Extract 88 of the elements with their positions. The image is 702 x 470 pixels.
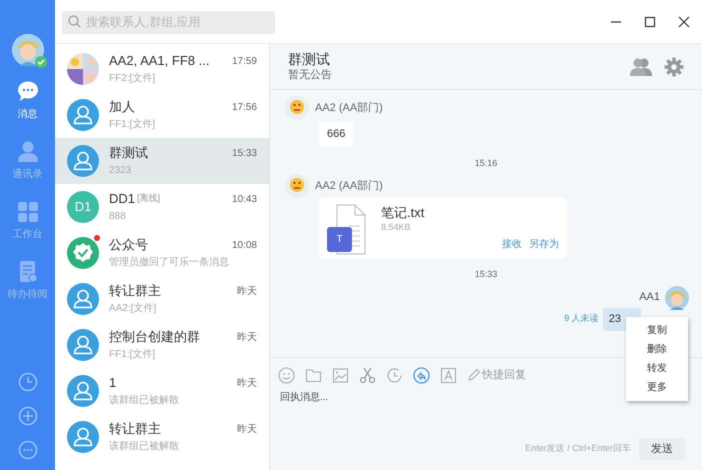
conversation-name: 控制台创建的群	[109, 329, 200, 345]
menu-item[interactable]: 删除	[626, 340, 688, 359]
send-button[interactable]: 发送	[639, 438, 685, 460]
file-name: 笔记.txt	[381, 204, 426, 221]
conversation-item[interactable]: 转让群主 昨天 该群组已被解散	[55, 414, 269, 460]
user-avatar-icon	[67, 375, 99, 407]
conversation-item[interactable]: 转让群主 昨天 AA2:[文件]	[55, 276, 269, 322]
contacts-icon	[16, 140, 40, 164]
group-avatar-icon	[67, 53, 99, 85]
message-time: 昨天	[237, 376, 257, 390]
message-time: 17:59	[232, 54, 257, 68]
message-bubble: 666	[319, 122, 354, 146]
sender-name: AA2 (AA部门)	[315, 178, 383, 194]
history-icon[interactable]	[18, 372, 38, 392]
user-avatar-icon	[67, 329, 99, 361]
emoji-icon[interactable]	[278, 366, 295, 384]
message-preview: FF2:[文件]	[109, 72, 156, 85]
user-avatar-icon	[67, 421, 99, 453]
user-avatar-icon	[67, 145, 99, 177]
message-preview: FF1:[文件]	[109, 348, 156, 361]
close-icon[interactable]	[678, 16, 690, 28]
message-preview: 该群组已被解散	[109, 394, 180, 407]
message-time: 昨天	[237, 284, 257, 298]
image-icon[interactable]	[332, 366, 349, 384]
message-preview: 该群组已被解散	[109, 440, 180, 453]
conversation-item[interactable]: 公众号 10:08 管理员撤回了可乐一条消息	[55, 230, 269, 276]
status-label: [离线]	[137, 192, 160, 206]
conversation-name: 公众号	[109, 237, 148, 253]
unread-count: 9 人未读	[564, 312, 599, 326]
message-input[interactable]: 回执消息...	[280, 390, 580, 405]
pencil-icon	[467, 368, 481, 382]
message-preview: AA2:[文件]	[109, 302, 158, 315]
conversation-name: 1	[109, 375, 116, 391]
sender-avatar-icon	[285, 174, 309, 198]
message-preview: 888	[109, 210, 127, 223]
conversation-name: 群测试	[109, 145, 148, 161]
avatar-icon	[12, 34, 44, 66]
message-preview: 2323	[109, 164, 132, 177]
search-icon	[68, 15, 81, 28]
conversation-name: AA2, AA1, FF8 ...	[109, 53, 210, 69]
members-icon[interactable]	[630, 56, 652, 76]
conversation-item[interactable]: 群测试 15:33 2323	[55, 138, 269, 184]
conversation-item[interactable]: 1 昨天 该群组已被解散	[55, 368, 269, 414]
user-avatar-icon	[67, 283, 99, 315]
message-preview: FF1:[文件]	[109, 118, 156, 131]
scissors-icon[interactable]	[359, 366, 376, 384]
add-icon[interactable]	[18, 406, 38, 426]
message-time: 10:43	[232, 192, 257, 206]
conversation-name: 加人	[109, 99, 135, 115]
user-avatar-icon	[67, 99, 99, 131]
message-time: 17:56	[232, 100, 257, 114]
message-time: 昨天	[237, 330, 257, 344]
sender-avatar-icon	[285, 96, 309, 120]
sender-name: AA2 (AA部门)	[315, 100, 383, 116]
chat-icon	[16, 80, 40, 104]
own-avatar-icon	[665, 286, 689, 310]
file-type-badge: T	[327, 227, 352, 252]
verified-badge-icon	[67, 237, 99, 269]
timestamp: 15:33	[474, 268, 498, 281]
maximize-icon[interactable]	[644, 16, 656, 28]
folder-icon[interactable]	[305, 366, 322, 384]
apps-icon	[16, 200, 40, 224]
timestamp: 15:16	[474, 156, 498, 170]
announcement-text: 暂无公告	[288, 68, 332, 83]
initials-avatar: D1	[67, 191, 99, 223]
sender-name: AA1	[639, 290, 660, 306]
conversation-name: DD1	[109, 191, 136, 207]
font-icon[interactable]	[440, 366, 457, 384]
conversation-item[interactable]: 控制台创建的群 昨天 FF1:[文件]	[55, 322, 269, 368]
chat-title: 群测试	[288, 50, 331, 68]
conversation-item[interactable]: AA2, AA1, FF8 ... 17:59 FF2:[文件]	[55, 46, 269, 92]
history-icon[interactable]	[386, 366, 403, 384]
settings-icon[interactable]	[664, 56, 684, 76]
rail-tab[interactable]: 消息	[16, 80, 40, 122]
message-time: 昨天	[237, 422, 257, 436]
verified-icon	[34, 56, 46, 68]
file-size: 8.54KB	[381, 221, 412, 234]
conversation-item[interactable]: D1 DD1[离线] 10:43 888	[55, 184, 269, 230]
conversation-name: 转让群主	[109, 421, 161, 437]
conversation-name: 转让群主	[109, 283, 161, 299]
menu-item[interactable]: 转发	[626, 359, 688, 378]
menu-item[interactable]: 更多	[626, 378, 688, 397]
conversation-item[interactable]: 加人 17:56 FF1:[文件]	[55, 92, 269, 138]
message-time: 15:33	[232, 146, 257, 160]
more-icon[interactable]	[18, 440, 38, 460]
message-preview: 管理员撤回了可乐一条消息	[109, 256, 230, 269]
shortcut-hint: Enter发送 / Ctrl+Enter回车	[525, 442, 631, 456]
message-time: 10:08	[232, 238, 257, 252]
